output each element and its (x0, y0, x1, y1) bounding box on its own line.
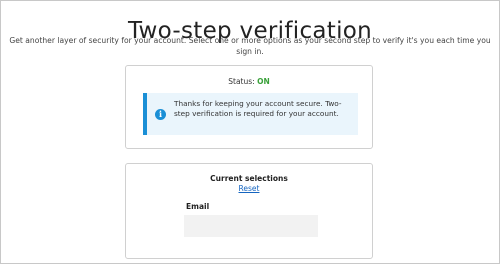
status-value: ON (257, 77, 270, 86)
email-label: Email (186, 202, 210, 211)
status-card: Status: ON i Thanks for keeping your acc… (125, 65, 373, 149)
page-subtitle: Get another layer of security for your a… (9, 36, 491, 56)
status-line: Status: ON (126, 77, 372, 86)
info-message: Thanks for keeping your account secure. … (174, 99, 342, 118)
reset-link[interactable]: Reset (126, 184, 372, 193)
info-banner: i Thanks for keeping your account secure… (143, 93, 358, 135)
current-selections-card: Current selections Reset Email (125, 163, 373, 259)
current-selections-heading: Current selections (210, 174, 288, 183)
status-label: Status: (228, 77, 255, 86)
info-icon: i (155, 109, 166, 120)
email-value-redacted (184, 215, 318, 237)
